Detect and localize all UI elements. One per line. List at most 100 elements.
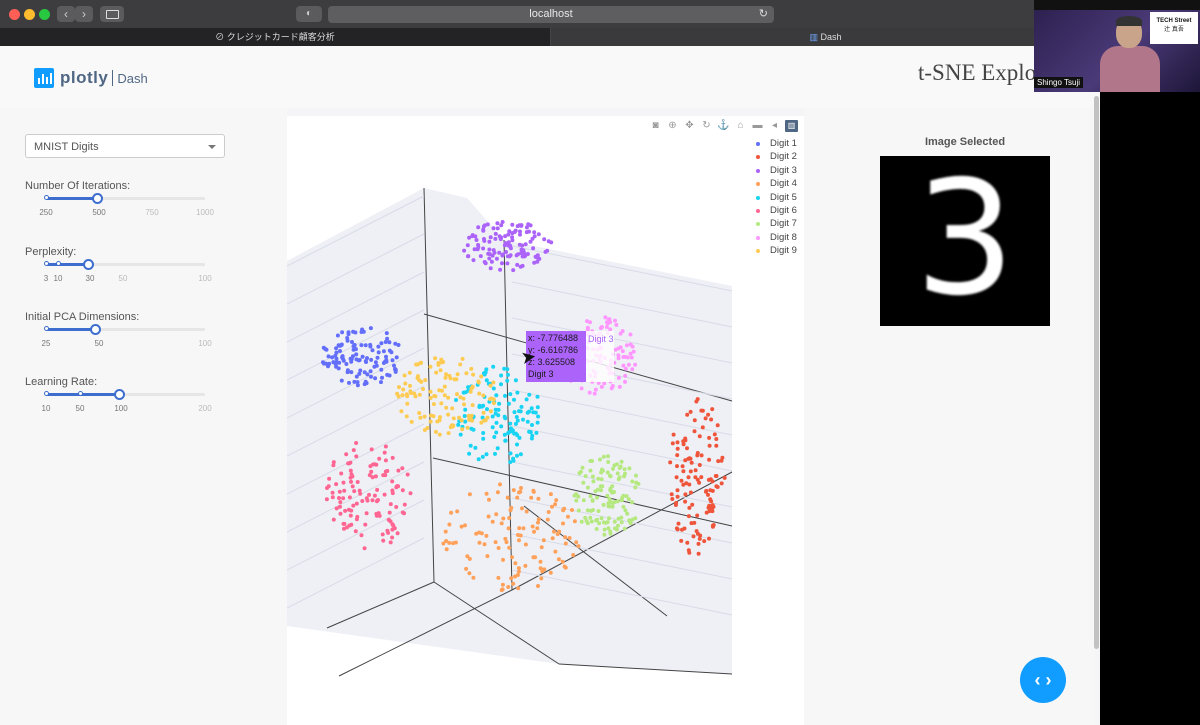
scatter-point[interactable] — [337, 496, 341, 500]
scatter-point[interactable] — [486, 251, 491, 256]
scatter-point[interactable] — [670, 441, 675, 446]
scatter-point[interactable] — [535, 405, 540, 410]
scatter-point[interactable] — [604, 325, 609, 329]
scatter-point[interactable] — [408, 491, 413, 496]
scatter-point[interactable] — [593, 489, 598, 494]
turntable-icon[interactable]: ⚓ — [717, 120, 730, 132]
scatter-point[interactable] — [599, 384, 604, 389]
scatter-point[interactable] — [350, 484, 355, 489]
scatter-point[interactable] — [710, 523, 715, 528]
scatter-point[interactable] — [693, 468, 698, 473]
scatter-point[interactable] — [590, 474, 595, 479]
scatter-point[interactable] — [495, 226, 500, 231]
scatter-point[interactable] — [387, 518, 392, 523]
iterations-slider[interactable] — [44, 193, 205, 204]
scatter-point[interactable] — [484, 367, 489, 372]
scatter-point[interactable] — [339, 378, 344, 383]
scatter-point[interactable] — [360, 327, 365, 332]
scatter-point[interactable] — [393, 367, 398, 372]
scatter-point[interactable] — [517, 538, 521, 543]
scatter-point[interactable] — [381, 349, 386, 354]
scatter-point[interactable] — [535, 394, 540, 399]
scatter-point[interactable] — [601, 454, 606, 459]
scatter-point[interactable] — [351, 503, 356, 508]
scatter-point[interactable] — [550, 504, 554, 509]
scatter-point[interactable] — [477, 540, 482, 545]
scatter-point[interactable] — [431, 402, 436, 407]
scatter-point[interactable] — [515, 418, 520, 423]
scatter-point[interactable] — [515, 390, 520, 395]
scatter-point[interactable] — [707, 435, 712, 440]
minimize-window-button[interactable] — [24, 9, 35, 20]
scatter-point[interactable] — [588, 320, 592, 325]
scatter-point[interactable] — [535, 420, 540, 425]
scatter-point[interactable] — [529, 495, 534, 500]
scatter-point[interactable] — [372, 462, 377, 467]
learning-rate-slider-handle[interactable] — [114, 389, 125, 400]
privacy-report-button[interactable]: ◐ — [296, 6, 322, 22]
legend-item-digit-3[interactable]: Digit 3 — [754, 164, 797, 177]
scatter-point[interactable] — [485, 554, 490, 559]
scatter-point[interactable] — [675, 494, 680, 499]
scatter-point[interactable] — [536, 414, 541, 419]
scatter-point[interactable] — [608, 531, 613, 536]
scatter-point[interactable] — [369, 357, 374, 362]
scatter-point[interactable] — [689, 460, 694, 465]
scatter-point[interactable] — [687, 550, 692, 555]
scatter-point[interactable] — [363, 379, 368, 384]
scatter-point[interactable] — [468, 443, 473, 448]
scatter-point[interactable] — [630, 479, 635, 484]
scatter-point[interactable] — [675, 527, 680, 532]
reload-icon[interactable]: ↻ — [759, 6, 768, 23]
scatter-point[interactable] — [466, 413, 471, 418]
scatter-point[interactable] — [405, 401, 410, 406]
scatter-point[interactable] — [481, 393, 486, 398]
scatter-point[interactable] — [451, 423, 456, 428]
scatter-point[interactable] — [503, 536, 508, 541]
scatter-point[interactable] — [590, 498, 595, 503]
scatter-point[interactable] — [364, 496, 369, 501]
scatter-point[interactable] — [321, 345, 326, 350]
scatter-point[interactable] — [360, 354, 365, 359]
scatter-point[interactable] — [494, 430, 499, 435]
scatter-point[interactable] — [520, 506, 524, 511]
scatter-point[interactable] — [497, 401, 502, 406]
scatter-point[interactable] — [396, 484, 401, 489]
scatter-point[interactable] — [491, 386, 496, 391]
scatter-point[interactable] — [509, 576, 514, 581]
plotly-logo-icon[interactable]: ▥ — [785, 120, 798, 132]
scatter-point[interactable] — [499, 382, 503, 387]
scatter-point[interactable] — [338, 500, 343, 505]
scatter-point[interactable] — [628, 342, 633, 347]
scatter-point[interactable] — [588, 494, 593, 499]
scatter-point[interactable] — [369, 374, 373, 379]
scatter-point[interactable] — [444, 547, 449, 552]
scatter-point[interactable] — [508, 392, 513, 397]
scatter-point[interactable] — [623, 379, 627, 384]
scatter-point[interactable] — [450, 406, 455, 411]
scatter-point[interactable] — [339, 343, 344, 347]
scatter-point[interactable] — [384, 358, 389, 363]
scatter-point[interactable] — [382, 492, 387, 497]
scatter-point[interactable] — [506, 526, 511, 531]
scatter-point[interactable] — [390, 455, 395, 460]
scatter-point[interactable] — [514, 253, 519, 258]
scatter-point[interactable] — [467, 451, 472, 456]
scatter-point[interactable] — [694, 399, 699, 404]
scatter-point[interactable] — [481, 410, 486, 415]
scatter-point[interactable] — [380, 532, 385, 537]
scatter-point[interactable] — [353, 330, 358, 335]
scatter-point[interactable] — [588, 468, 593, 473]
scatter-point[interactable] — [455, 392, 459, 397]
scatter-point[interactable] — [523, 563, 528, 568]
scatter-point[interactable] — [593, 387, 598, 392]
scatter-point[interactable] — [715, 485, 720, 489]
scatter-point[interactable] — [345, 370, 350, 375]
back-button[interactable]: ‹ — [57, 6, 75, 22]
scatter-point[interactable] — [605, 470, 610, 475]
scatter-point[interactable] — [617, 384, 622, 389]
scatter-point[interactable] — [634, 473, 638, 478]
scatter-point[interactable] — [702, 539, 707, 544]
scatter-point[interactable] — [479, 374, 484, 379]
scatter-point[interactable] — [521, 526, 526, 531]
